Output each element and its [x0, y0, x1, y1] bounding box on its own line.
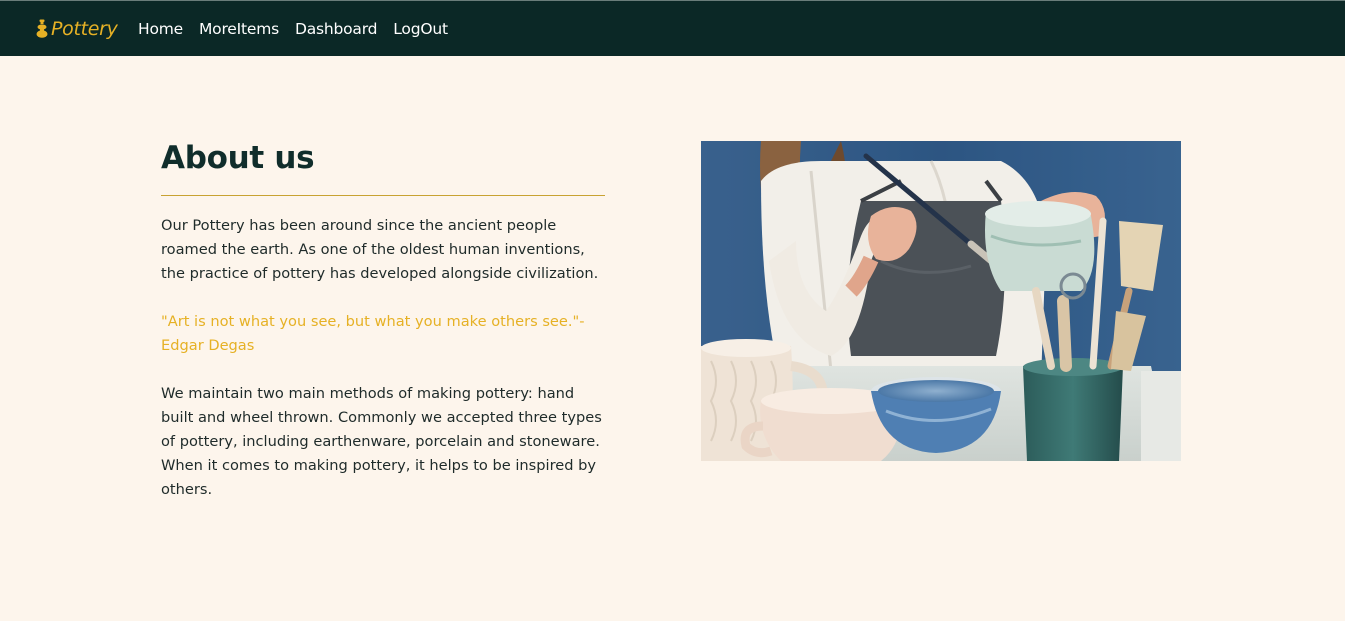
degas-quote: "Art is not what you see, but what you m… [161, 313, 585, 354]
pottery-illustration [701, 141, 1181, 461]
about-paragraph-history: Our Pottery has been around since the an… [161, 217, 599, 282]
nav-links: Home MoreItems Dashboard LogOut [138, 20, 464, 38]
brand-name: Pottery [51, 18, 118, 40]
top-navbar: Pottery Home MoreItems Dashboard LogOut [0, 0, 1345, 56]
vase-icon [36, 19, 48, 38]
nav-home-link[interactable]: Home [138, 20, 183, 38]
nav-more-items-link[interactable]: MoreItems [199, 20, 279, 38]
about-title: About us [161, 140, 315, 176]
title-divider [161, 195, 605, 196]
about-paragraph-methods: We maintain two main methods of making p… [161, 385, 602, 498]
about-section: About us Our Pottery has been around sin… [161, 140, 605, 502]
brand-link[interactable]: Pottery [36, 18, 118, 40]
nav-dashboard-link[interactable]: Dashboard [295, 20, 377, 38]
pottery-painting-photo [701, 141, 1181, 461]
nav-logout-link[interactable]: LogOut [393, 20, 448, 38]
